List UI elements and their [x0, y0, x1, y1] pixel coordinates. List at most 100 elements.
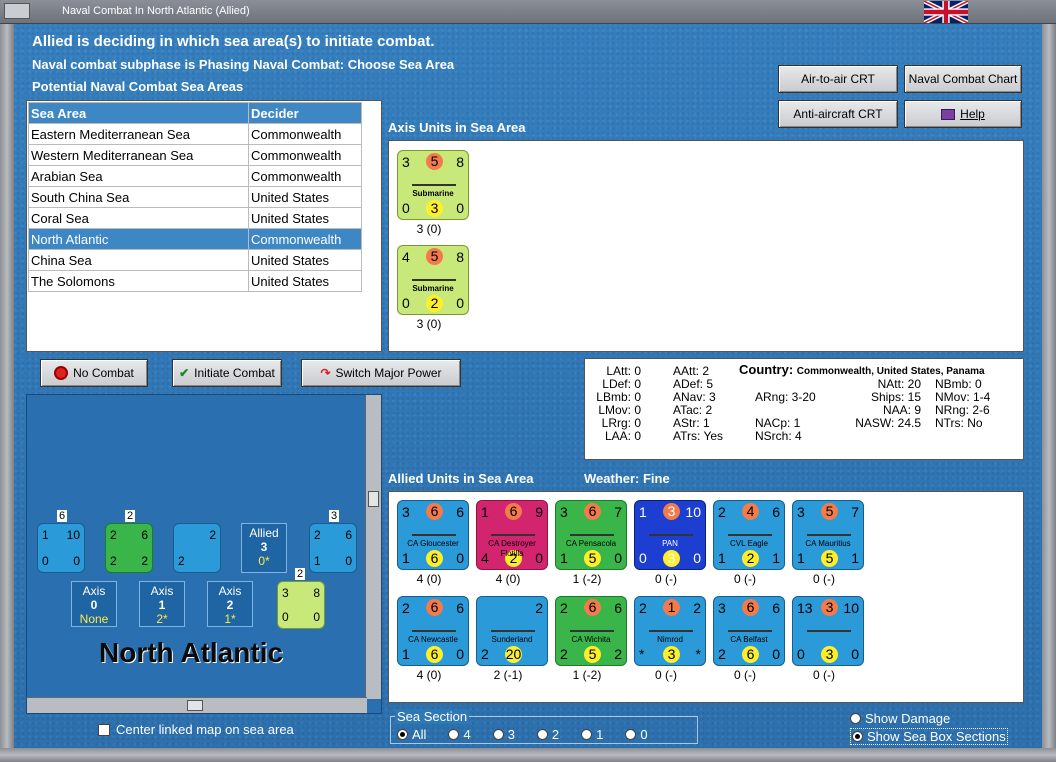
no-combat-button[interactable]: No Combat — [40, 359, 148, 387]
scroll-thumb[interactable] — [368, 491, 379, 507]
sea-name-label: North Atlantic — [99, 637, 284, 668]
unit-value: 5 — [584, 550, 601, 567]
table-row[interactable]: Western Mediterranean Sea Commonwealth — [28, 144, 362, 166]
system-menu-button[interactable] — [4, 3, 30, 19]
map-stack-unit[interactable]: 2610 — [309, 523, 357, 573]
sea-section-0[interactable]: 0 — [625, 727, 648, 742]
scroll-thumb[interactable] — [187, 700, 203, 711]
allied-unit[interactable]: 2 1 2 * 3 * Nimrod — [634, 596, 706, 666]
sea-section-1[interactable]: 1 — [581, 727, 603, 742]
unit-value: 0 — [402, 200, 410, 216]
allied-unit[interactable]: 3 6 6 2 6 0 CA Belfast — [713, 596, 785, 666]
map-axis-submarine[interactable]: 3 8 0 0 — [277, 581, 325, 629]
box-number: 3 — [260, 540, 268, 554]
axis-box-0[interactable]: Axis 0 None — [71, 581, 117, 627]
radio[interactable] — [448, 729, 460, 740]
unit-value: 6 — [426, 599, 443, 616]
country-value: Commonwealth, United States, Panama — [796, 366, 985, 377]
sea-section-3[interactable]: 3 — [492, 727, 515, 742]
radio[interactable] — [492, 729, 504, 740]
table-row[interactable]: The Solomons United States — [28, 270, 362, 292]
allied-unit[interactable]: 3 6 7 1 5 0 CA Pensacola — [555, 500, 627, 570]
sea-map[interactable]: 1 10 0 0 6 2622 2 22 Allied 3 0* 2610 3 Axis 0… — [26, 394, 382, 714]
radio[interactable] — [852, 731, 863, 742]
unit-value: * — [695, 646, 701, 662]
unit-value: 6 — [456, 600, 464, 616]
unit-name: CA Mauritius — [805, 539, 851, 548]
unit-name: Sunderland — [491, 635, 533, 644]
naval-combat-chart-button[interactable]: Naval Combat Chart — [904, 65, 1022, 93]
allied-units-panel[interactable]: 3 6 6 1 6 0 CA Gloucester 4 (0) 1 6 9 4 2 0 CA Destroy… — [388, 491, 1024, 703]
allied-unit[interactable]: 2 6 6 1 6 0 CA Newcastle — [397, 596, 469, 666]
ship-icon — [807, 624, 851, 632]
air-to-air-crt-button[interactable]: Air-to-air CRT — [778, 65, 898, 93]
axis-box-2[interactable]: Axis 2 1* — [207, 581, 253, 627]
table-row-selected[interactable]: North Atlantic Commonwealth — [28, 228, 362, 250]
axis-unit-submarine[interactable]: 4 5 8 Submarine 0 2 0 — [397, 245, 469, 315]
allied-unit[interactable]: 2 2 20 Sunderland — [476, 596, 548, 666]
anti-aircraft-crt-button[interactable]: Anti-aircraft CRT — [778, 100, 898, 128]
initiate-combat-button[interactable]: ✔ Initiate Combat — [172, 359, 282, 387]
cell: Commonwealth — [248, 228, 362, 250]
radio[interactable] — [850, 713, 861, 724]
sea-section-2[interactable]: 2 — [536, 727, 559, 742]
unit-value: 6 — [426, 550, 443, 567]
col-decider[interactable]: Decider — [248, 102, 362, 124]
map-horizontal-scrollbar[interactable] — [27, 697, 367, 713]
button-label: Switch Major Power — [335, 366, 442, 380]
show-damage-option[interactable]: Show Damage — [850, 711, 950, 726]
axis-units-panel[interactable]: 3 5 8 Submarine 0 3 0 3 (0) 4 5 8 Submar… — [388, 140, 1024, 352]
sea-area-list[interactable]: Sea Area Decider Eastern Mediterranean Se… — [26, 100, 382, 352]
radio[interactable] — [397, 729, 408, 740]
option-label: All — [412, 727, 427, 742]
table-row[interactable]: South China Sea United States — [28, 186, 362, 208]
cell: China Sea — [28, 249, 249, 271]
allied-unit[interactable]: 1 6 9 4 2 0 CA Destroyer Flotilla — [476, 500, 548, 570]
table-row[interactable]: Arabian Sea Commonwealth — [28, 165, 362, 187]
box-label: Axis — [218, 584, 242, 598]
table-row[interactable]: China Sea United States — [28, 249, 362, 271]
center-link-option[interactable]: Center linked map on sea area — [98, 722, 294, 737]
unit-value: 5 — [426, 248, 443, 265]
frame-left — [0, 24, 14, 762]
stack-count: 2 — [295, 568, 306, 580]
unit-value: 6 — [141, 528, 148, 542]
col-sea-area[interactable]: Sea Area — [28, 102, 249, 124]
allied-unit[interactable]: 3 6 6 1 6 0 CA Gloucester — [397, 500, 469, 570]
unit-name: CA Destroyer Flotilla — [488, 539, 536, 558]
center-link-checkbox[interactable] — [98, 724, 110, 736]
table-row[interactable]: Eastern Mediterranean Sea Commonwealth — [28, 123, 362, 145]
unit-value: 0 — [282, 610, 289, 624]
help-button[interactable]: Help — [904, 100, 1022, 128]
table-row[interactable]: Coral Sea United States — [28, 207, 362, 229]
allied-unit[interactable]: 1 3 10 0 3 0 PAN — [634, 500, 706, 570]
window-title: Naval Combat In North Atlantic (Allied) — [62, 5, 250, 17]
allied-box[interactable]: Allied 3 0* — [241, 523, 287, 573]
option-label: Center linked map on sea area — [116, 722, 294, 737]
show-sea-box-option[interactable]: Show Sea Box Sections — [850, 728, 1008, 745]
map-stack-unit[interactable]: 1 10 0 0 — [37, 523, 85, 573]
unit-value: 3 — [663, 646, 680, 663]
allied-unit[interactable]: 13 3 10 0 3 0 — [792, 596, 864, 666]
unit-value: 0 — [42, 554, 49, 568]
radio[interactable] — [536, 729, 548, 740]
switch-major-power-button[interactable]: ↷ Switch Major Power — [301, 359, 461, 387]
unit-name: CA Wichita — [571, 635, 611, 644]
allied-unit[interactable]: 2 4 6 1 2 1 CVL Eagle — [713, 500, 785, 570]
allied-unit[interactable]: 2 6 6 2 5 2 CA Wichita — [555, 596, 627, 666]
radio[interactable] — [581, 729, 593, 740]
button-label: Naval Combat Chart — [908, 72, 1018, 86]
axis-unit-submarine[interactable]: 3 5 8 Submarine 0 3 0 — [397, 150, 469, 220]
unit-value: 2 — [402, 600, 410, 616]
map-stack-unit[interactable]: 22 — [173, 523, 221, 573]
sea-section-all[interactable]: All — [397, 727, 426, 742]
axis-box-1[interactable]: Axis 1 2* — [139, 581, 185, 627]
allied-unit[interactable]: 3 5 7 1 5 1 CA Mauritius — [792, 500, 864, 570]
unit-count: 2 (-1) — [493, 668, 523, 682]
map-vertical-scrollbar[interactable] — [365, 395, 381, 699]
map-stack-unit[interactable]: 2 6 2 2 — [105, 523, 153, 573]
unit-value: 7 — [614, 504, 622, 520]
radio[interactable] — [625, 729, 637, 740]
sea-area-table: Sea Area Decider Eastern Mediterranean Se… — [28, 102, 362, 292]
sea-section-4[interactable]: 4 — [448, 727, 471, 742]
